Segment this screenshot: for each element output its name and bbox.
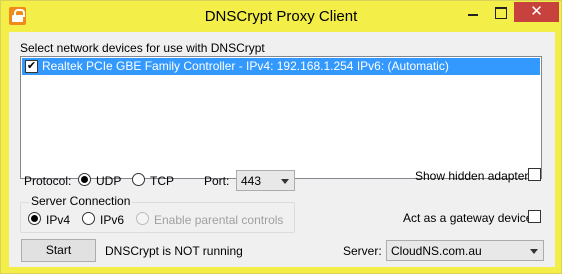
port-select[interactable]: 443 (236, 170, 295, 191)
protocol-tcp-radio[interactable] (132, 173, 145, 186)
client-area: Select network devices for use with DNSC… (9, 32, 555, 267)
devices-heading: Select network devices for use with DNSC… (20, 41, 265, 55)
ipv4-label[interactable]: IPv4 (46, 213, 70, 227)
port-value: 443 (241, 174, 262, 188)
server-label: Server: (343, 244, 382, 258)
server-value: CloudNS.com.au (391, 244, 482, 258)
port-label: Port: (204, 174, 230, 188)
ipv4-radio[interactable] (28, 212, 41, 225)
maximize-button[interactable] (487, 2, 513, 22)
status-text: DNSCrypt is NOT running (105, 244, 243, 258)
list-item[interactable]: ✔ Realtek PCIe GBE Family Controller - I… (22, 58, 540, 75)
show-hidden-checkbox[interactable] (528, 168, 541, 181)
server-select[interactable]: CloudNS.com.au (386, 240, 544, 261)
server-connection-title: Server Connection (29, 194, 133, 208)
show-hidden-label: Show hidden adapters (415, 169, 535, 183)
device-label: Realtek PCIe GBE Family Controller - IPv… (42, 59, 449, 73)
chevron-down-icon (281, 179, 289, 184)
start-button[interactable]: Start (21, 239, 96, 262)
minimize-button[interactable] (460, 2, 486, 22)
ipv6-label[interactable]: IPv6 (100, 213, 124, 227)
protocol-tcp-label[interactable]: TCP (150, 174, 174, 188)
parental-controls-label: Enable parental controls (154, 213, 284, 227)
close-icon: ✕ (530, 3, 543, 20)
protocol-label: Protocol: (24, 174, 72, 188)
close-button[interactable]: ✕ (514, 2, 559, 22)
device-checkbox[interactable]: ✔ (25, 60, 38, 73)
protocol-udp-radio[interactable] (78, 173, 91, 186)
checkmark-icon: ✔ (26, 60, 37, 72)
ipv6-radio[interactable] (82, 212, 95, 225)
protocol-udp-label[interactable]: UDP (96, 174, 121, 188)
chevron-down-icon (530, 249, 538, 254)
app-window: DNSCrypt Proxy Client ✕ Select network d… (0, 0, 562, 274)
device-list[interactable]: ✔ Realtek PCIe GBE Family Controller - I… (20, 56, 542, 179)
gateway-checkbox[interactable] (528, 210, 541, 223)
gateway-label: Act as a gateway device (403, 211, 533, 225)
title-bar[interactable]: DNSCrypt Proxy Client ✕ (1, 1, 561, 31)
parental-controls-radio[interactable] (136, 212, 149, 225)
